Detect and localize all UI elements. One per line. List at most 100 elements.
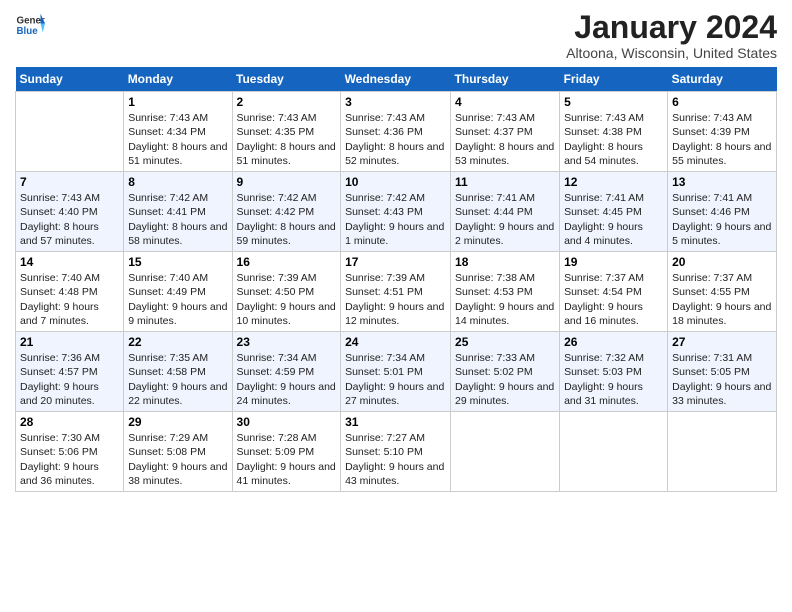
- daylight-label: Daylight: 8 hours and 59 minutes.: [237, 221, 336, 247]
- calendar-day-cell: 7 Sunrise: 7:43 AM Sunset: 4:40 PM Dayli…: [16, 172, 124, 252]
- calendar-table: Sunday Monday Tuesday Wednesday Thursday…: [15, 67, 777, 492]
- day-number: 16: [237, 255, 337, 269]
- day-number: 22: [128, 335, 227, 349]
- day-number: 15: [128, 255, 227, 269]
- sunrise-label: Sunrise: 7:42 AM: [128, 192, 208, 204]
- sunset-label: Sunset: 4:54 PM: [564, 286, 642, 298]
- sunset-label: Sunset: 5:01 PM: [345, 366, 423, 378]
- sunset-label: Sunset: 4:44 PM: [455, 206, 533, 218]
- calendar-day-cell: 25 Sunrise: 7:33 AM Sunset: 5:02 PM Dayl…: [451, 332, 560, 412]
- svg-text:Blue: Blue: [17, 26, 39, 37]
- calendar-day-cell: 16 Sunrise: 7:39 AM Sunset: 4:50 PM Dayl…: [232, 252, 341, 332]
- daylight-label: Daylight: 9 hours and 4 minutes.: [564, 221, 643, 247]
- sunrise-label: Sunrise: 7:41 AM: [455, 192, 535, 204]
- calendar-day-cell: 9 Sunrise: 7:42 AM Sunset: 4:42 PM Dayli…: [232, 172, 341, 252]
- daylight-label: Daylight: 9 hours and 38 minutes.: [128, 461, 227, 487]
- calendar-week-row: 1 Sunrise: 7:43 AM Sunset: 4:34 PM Dayli…: [16, 92, 777, 172]
- day-number: 26: [564, 335, 663, 349]
- day-info: Sunrise: 7:43 AM Sunset: 4:39 PM Dayligh…: [672, 111, 772, 168]
- sunrise-label: Sunrise: 7:43 AM: [455, 112, 535, 124]
- daylight-label: Daylight: 8 hours and 53 minutes.: [455, 141, 554, 167]
- calendar-day-cell: 24 Sunrise: 7:34 AM Sunset: 5:01 PM Dayl…: [341, 332, 451, 412]
- sunrise-label: Sunrise: 7:38 AM: [455, 272, 535, 284]
- day-number: 3: [345, 95, 446, 109]
- sunset-label: Sunset: 4:51 PM: [345, 286, 423, 298]
- day-info: Sunrise: 7:33 AM Sunset: 5:02 PM Dayligh…: [455, 351, 555, 408]
- calendar-day-cell: [451, 412, 560, 492]
- day-info: Sunrise: 7:27 AM Sunset: 5:10 PM Dayligh…: [345, 431, 446, 488]
- sunrise-label: Sunrise: 7:43 AM: [128, 112, 208, 124]
- day-info: Sunrise: 7:30 AM Sunset: 5:06 PM Dayligh…: [20, 431, 119, 488]
- calendar-week-row: 14 Sunrise: 7:40 AM Sunset: 4:48 PM Dayl…: [16, 252, 777, 332]
- location: Altoona, Wisconsin, United States: [566, 45, 777, 61]
- col-wednesday: Wednesday: [341, 67, 451, 92]
- calendar-day-cell: 18 Sunrise: 7:38 AM Sunset: 4:53 PM Dayl…: [451, 252, 560, 332]
- sunset-label: Sunset: 4:37 PM: [455, 126, 533, 138]
- daylight-label: Daylight: 9 hours and 1 minute.: [345, 221, 444, 247]
- calendar-week-row: 21 Sunrise: 7:36 AM Sunset: 4:57 PM Dayl…: [16, 332, 777, 412]
- month-title: January 2024: [566, 10, 777, 45]
- daylight-label: Daylight: 8 hours and 51 minutes.: [128, 141, 227, 167]
- sunset-label: Sunset: 4:58 PM: [128, 366, 206, 378]
- sunrise-label: Sunrise: 7:40 AM: [128, 272, 208, 284]
- col-monday: Monday: [124, 67, 232, 92]
- daylight-label: Daylight: 8 hours and 52 minutes.: [345, 141, 444, 167]
- daylight-label: Daylight: 8 hours and 57 minutes.: [20, 221, 99, 247]
- day-number: 31: [345, 415, 446, 429]
- sunrise-label: Sunrise: 7:42 AM: [237, 192, 317, 204]
- sunset-label: Sunset: 4:45 PM: [564, 206, 642, 218]
- day-info: Sunrise: 7:42 AM Sunset: 4:41 PM Dayligh…: [128, 191, 227, 248]
- sunrise-label: Sunrise: 7:29 AM: [128, 432, 208, 444]
- calendar-day-cell: 15 Sunrise: 7:40 AM Sunset: 4:49 PM Dayl…: [124, 252, 232, 332]
- calendar-day-cell: 23 Sunrise: 7:34 AM Sunset: 4:59 PM Dayl…: [232, 332, 341, 412]
- daylight-label: Daylight: 8 hours and 55 minutes.: [672, 141, 771, 167]
- daylight-label: Daylight: 9 hours and 7 minutes.: [20, 301, 99, 327]
- day-number: 5: [564, 95, 663, 109]
- calendar-day-cell: [16, 92, 124, 172]
- calendar-day-cell: 3 Sunrise: 7:43 AM Sunset: 4:36 PM Dayli…: [341, 92, 451, 172]
- col-tuesday: Tuesday: [232, 67, 341, 92]
- calendar-day-cell: [560, 412, 668, 492]
- daylight-label: Daylight: 9 hours and 10 minutes.: [237, 301, 336, 327]
- day-number: 9: [237, 175, 337, 189]
- calendar-day-cell: 21 Sunrise: 7:36 AM Sunset: 4:57 PM Dayl…: [16, 332, 124, 412]
- calendar-day-cell: [668, 412, 777, 492]
- daylight-label: Daylight: 9 hours and 31 minutes.: [564, 381, 643, 407]
- calendar-day-cell: 4 Sunrise: 7:43 AM Sunset: 4:37 PM Dayli…: [451, 92, 560, 172]
- sunset-label: Sunset: 4:55 PM: [672, 286, 750, 298]
- day-info: Sunrise: 7:43 AM Sunset: 4:35 PM Dayligh…: [237, 111, 337, 168]
- day-number: 7: [20, 175, 119, 189]
- calendar-day-cell: 27 Sunrise: 7:31 AM Sunset: 5:05 PM Dayl…: [668, 332, 777, 412]
- day-info: Sunrise: 7:35 AM Sunset: 4:58 PM Dayligh…: [128, 351, 227, 408]
- sunrise-label: Sunrise: 7:39 AM: [345, 272, 425, 284]
- col-thursday: Thursday: [451, 67, 560, 92]
- sunrise-label: Sunrise: 7:37 AM: [672, 272, 752, 284]
- sunset-label: Sunset: 5:05 PM: [672, 366, 750, 378]
- calendar-day-cell: 29 Sunrise: 7:29 AM Sunset: 5:08 PM Dayl…: [124, 412, 232, 492]
- sunrise-label: Sunrise: 7:28 AM: [237, 432, 317, 444]
- sunset-label: Sunset: 4:53 PM: [455, 286, 533, 298]
- day-info: Sunrise: 7:43 AM Sunset: 4:34 PM Dayligh…: [128, 111, 227, 168]
- col-sunday: Sunday: [16, 67, 124, 92]
- daylight-label: Daylight: 9 hours and 33 minutes.: [672, 381, 771, 407]
- day-number: 17: [345, 255, 446, 269]
- calendar-day-cell: 12 Sunrise: 7:41 AM Sunset: 4:45 PM Dayl…: [560, 172, 668, 252]
- calendar-day-cell: 6 Sunrise: 7:43 AM Sunset: 4:39 PM Dayli…: [668, 92, 777, 172]
- day-number: 10: [345, 175, 446, 189]
- logo: General Blue: [15, 10, 45, 40]
- day-number: 30: [237, 415, 337, 429]
- sunrise-label: Sunrise: 7:31 AM: [672, 352, 752, 364]
- sunset-label: Sunset: 4:42 PM: [237, 206, 315, 218]
- sunrise-label: Sunrise: 7:40 AM: [20, 272, 100, 284]
- calendar-day-cell: 1 Sunrise: 7:43 AM Sunset: 4:34 PM Dayli…: [124, 92, 232, 172]
- daylight-label: Daylight: 9 hours and 12 minutes.: [345, 301, 444, 327]
- sunrise-label: Sunrise: 7:30 AM: [20, 432, 100, 444]
- calendar-day-cell: 20 Sunrise: 7:37 AM Sunset: 4:55 PM Dayl…: [668, 252, 777, 332]
- main-container: General Blue January 2024 Altoona, Wisco…: [0, 0, 792, 497]
- day-info: Sunrise: 7:43 AM Sunset: 4:37 PM Dayligh…: [455, 111, 555, 168]
- daylight-label: Daylight: 9 hours and 9 minutes.: [128, 301, 227, 327]
- daylight-label: Daylight: 9 hours and 43 minutes.: [345, 461, 444, 487]
- sunrise-label: Sunrise: 7:32 AM: [564, 352, 644, 364]
- day-info: Sunrise: 7:40 AM Sunset: 4:49 PM Dayligh…: [128, 271, 227, 328]
- sunrise-label: Sunrise: 7:43 AM: [672, 112, 752, 124]
